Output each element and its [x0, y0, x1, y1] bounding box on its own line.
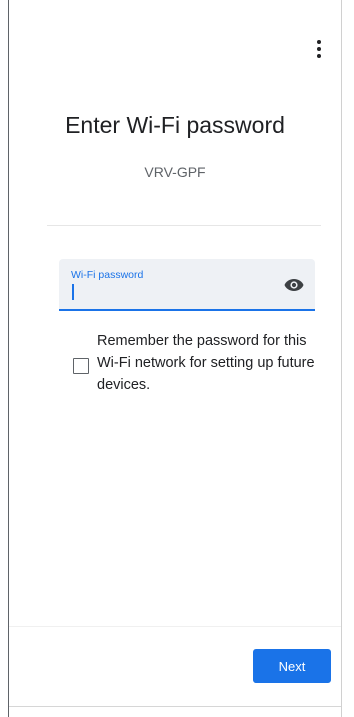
eye-icon	[284, 279, 304, 291]
setup-screen: Enter Wi-Fi password VRV-GPF Wi-Fi passw…	[8, 0, 342, 717]
more-vert-icon	[317, 40, 321, 58]
wifi-password-label: Wi-Fi password	[71, 269, 144, 281]
next-button[interactable]: Next	[253, 649, 331, 683]
divider	[47, 225, 321, 226]
remember-password-checkbox[interactable]	[73, 358, 89, 374]
page-title: Enter Wi-Fi password	[65, 112, 285, 138]
toggle-visibility-button[interactable]	[283, 276, 305, 294]
bottom-edge	[9, 706, 341, 707]
network-name: VRV-GPF	[144, 164, 206, 180]
wifi-password-field[interactable]: Wi-Fi password	[59, 259, 315, 311]
wifi-password-input[interactable]	[71, 283, 261, 301]
footer-divider	[9, 626, 341, 627]
remember-password-label: Remember the password for this Wi-Fi net…	[97, 333, 315, 393]
overflow-menu-button[interactable]	[309, 36, 329, 62]
